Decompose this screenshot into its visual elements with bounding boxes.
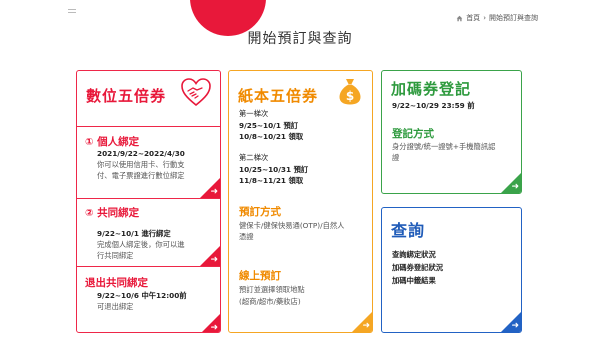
page-title: 開始預訂與查詢 [247,31,353,47]
register-method-desc1: 身分證號/統一證號+手機簡訊認 [392,142,496,151]
register-method-desc2: 證 [392,153,400,162]
svg-text:$: $ [346,89,354,103]
arrow-right-icon: ➜ [511,182,519,192]
exit-joint-bind-title: 退出共同綁定 [85,277,148,289]
reserve-method-title: 預訂方式 [239,206,281,218]
exit-joint-bind-date: 9/22~10/6 中午12:00前 [97,291,187,300]
query-bind-status[interactable]: 查詢綁定狀況 [392,250,436,261]
reserve-method-desc1: 健保卡/健保快易通(OTP)/自然人 [239,221,345,230]
batch2-label: 第二梯次 [239,153,269,162]
online-reserve-desc1: 預訂並選擇領取地點 [239,285,305,294]
breadcrumb: 首頁 › 開始預訂與查詢 [456,13,538,23]
query-card[interactable]: 查詢 查詢綁定狀況 加碼券登記狀況 加碼中籤結果 ➜ [381,207,522,333]
arrow-right-icon: ➜ [362,321,370,331]
home-icon[interactable] [456,15,463,22]
extra-card-title: 加碼券登記 [391,80,472,98]
personal-bind-desc2: 付、電子票證進行數位綁定 [97,171,185,180]
personal-bind-date: 2021/9/22~2022/4/30 [97,149,185,158]
reserve-method-desc2: 憑證 [239,232,254,241]
joint-bind-section[interactable]: ② 共同綁定 9/22~10/1 進行綁定 完成個人綁定後，你可以進 行共同綁定… [77,198,220,266]
personal-bind-section[interactable]: ① 個人綁定 2021/9/22~2022/4/30 你可以使用信用卡、行動支 … [77,126,220,198]
joint-bind-date: 9/22~10/1 進行綁定 [97,229,171,238]
online-reserve-title: 線上預訂 [239,270,281,282]
arrow-right-icon: ➜ [210,187,218,197]
online-reserve-desc2: (超商/超市/藥妝店) [239,297,301,306]
batch2-reserve: 10/25~10/31 預訂 [239,165,309,174]
batch1-label: 第一梯次 [239,109,269,118]
arrow-right-icon: ➜ [210,255,218,265]
query-extra-status[interactable]: 加碼券登記狀況 [392,263,443,274]
exit-joint-bind-section[interactable]: 退出共同綁定 9/22~10/6 中午12:00前 可退出綁定 ➜ [77,266,220,333]
register-method-title: 登記方式 [392,128,434,140]
extra-date: 9/22~10/29 23:59 前 [392,101,475,110]
menu-icon[interactable] [68,9,76,13]
joint-bind-title: 共同綁定 [97,207,140,219]
batch2-pickup: 11/8~11/21 領取 [239,176,304,185]
money-bag-icon: $ [338,76,362,106]
paper-voucher-card[interactable]: 紙本五倍券 $ 第一梯次 9/25~10/1 預訂 10/8~10/21 領取 … [228,70,373,333]
personal-bind-desc1: 你可以使用信用卡、行動支 [97,160,185,169]
digital-card-title: 數位五倍券 [86,87,167,105]
joint-bind-desc1: 完成個人綁定後，你可以進 [97,240,185,249]
digital-voucher-card: 數位五倍券 ① 個人綁定 2021/9/22~2022/4/30 你可以使用信用… [76,70,221,333]
query-lottery-result[interactable]: 加碼中籤結果 [392,276,436,287]
extra-voucher-card[interactable]: 加碼券登記 9/22~10/29 23:59 前 登記方式 身分證號/統一證號+… [381,70,522,194]
breadcrumb-current: 開始預訂與查詢 [489,14,538,22]
step-number: ② [85,208,94,219]
heart-handshake-icon [180,77,212,107]
joint-bind-desc2: 行共同綁定 [97,251,134,260]
step-number: ① [85,137,94,148]
arrow-right-icon: ➜ [511,321,519,331]
batch1-reserve: 9/25~10/1 預訂 [239,121,299,130]
breadcrumb-separator: › [483,14,486,22]
batch1-pickup: 10/8~10/21 領取 [239,132,304,141]
arrow-right-icon: ➜ [210,323,218,333]
paper-card-title: 紙本五倍券 [238,87,319,105]
personal-bind-title: 個人綁定 [97,136,140,148]
query-card-title: 查詢 [391,221,426,240]
exit-joint-bind-desc: 可退出綁定 [97,302,134,311]
breadcrumb-home[interactable]: 首頁 [466,13,480,23]
